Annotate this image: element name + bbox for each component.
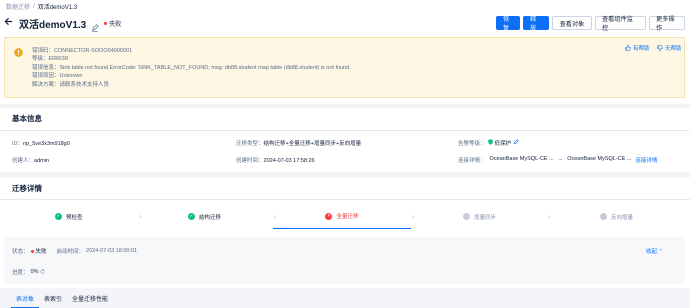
tab-full-migration-performance[interactable]: 全量迁移性能 bbox=[67, 289, 113, 308]
view-objects-button[interactable]: 查看对象 bbox=[552, 16, 592, 30]
collapse-label: 收起 bbox=[646, 249, 658, 255]
chevron-right-icon: › bbox=[548, 212, 551, 221]
alert-code: 错误码：CONNECTOR-SOOO04000001 bbox=[32, 48, 133, 54]
status-text: 失败 bbox=[109, 21, 122, 28]
error-circle-icon: ✕ bbox=[325, 212, 333, 220]
page-title: 双活demoV1.3 bbox=[19, 19, 87, 31]
migration-details-title: 迁移详情 bbox=[12, 184, 42, 193]
helpful-button[interactable]: 有帮助 bbox=[625, 44, 650, 52]
alert-cause: 错误原因：Unknown bbox=[32, 73, 83, 80]
alert-level-label: 告警等级： bbox=[458, 141, 486, 147]
alert-level-value: 低保护 bbox=[494, 141, 512, 147]
migration-type-field: 迁移类型：结构迁移+全量迁移+增量同步+反向增量 bbox=[236, 139, 361, 147]
chevron-up-icon: ⌃ bbox=[658, 249, 664, 255]
edit-icon[interactable] bbox=[91, 19, 99, 32]
creator-value: admin bbox=[34, 158, 49, 164]
check-circle-icon: ✓ bbox=[188, 213, 195, 220]
step-label: 反向增量 bbox=[611, 214, 634, 221]
run-status-panel: 状态： 失败 启动时间： 2024-07-03 18:00:01 收起 ⌃ 进度… bbox=[4, 237, 685, 284]
connection-label: 连接详情： bbox=[458, 158, 486, 164]
created-time-label: 创建时间： bbox=[236, 158, 264, 164]
run-status-label: 状态： bbox=[12, 249, 29, 255]
step-label: 结构迁移 bbox=[199, 214, 222, 221]
error-alert: 错误码：CONNECTOR-SOOO04000001 等级：ERROR 错误信息… bbox=[4, 37, 685, 98]
run-status: 状态： 失败 启动时间： 2024-07-03 18:00:01 bbox=[12, 247, 137, 255]
step-precheck[interactable]: ✓ 预检查 bbox=[55, 204, 83, 229]
tab-table-indexes[interactable]: 表索引 bbox=[39, 289, 67, 308]
basic-info-title: 基本信息 bbox=[12, 114, 42, 123]
more-actions-button[interactable]: 更多操作 bbox=[649, 16, 685, 32]
created-time-value: 2024-07-03 17:58:26 bbox=[263, 158, 315, 164]
id-label: ID： bbox=[12, 141, 24, 147]
status-dot bbox=[30, 249, 34, 253]
step-label: 全量迁移 bbox=[336, 214, 359, 220]
breadcrumb-current: 双活demoV1.3 bbox=[37, 5, 78, 11]
id-value: np_5ve3x3m918g0 bbox=[23, 141, 70, 147]
created-time-field: 创建时间：2024-07-03 17:58:26 bbox=[236, 156, 315, 164]
title-row: 双活demoV1.3 失败 bbox=[4, 14, 121, 32]
pending-circle-icon bbox=[600, 213, 607, 220]
step-full-migration[interactable]: ✕ 全量迁移 bbox=[273, 204, 411, 229]
divider bbox=[0, 130, 690, 131]
view-monitor-button[interactable]: 查看组件监控 bbox=[595, 16, 646, 32]
creator-field: 创建人：admin bbox=[12, 156, 49, 164]
collapse-button[interactable]: 收起 ⌃ bbox=[646, 247, 663, 255]
connection-field: 连接详情： OceanBase MySQL-CE ... → OceanBase… bbox=[458, 156, 657, 164]
resume-button[interactable]: 恢 复 bbox=[496, 16, 520, 32]
unhelpful-label: 无帮助 bbox=[665, 46, 682, 52]
thumbs-down-icon bbox=[657, 45, 663, 51]
migration-type-value: 结构迁移+全量迁移+增量同步+反向增量 bbox=[263, 141, 362, 147]
warning-icon bbox=[14, 44, 23, 57]
step-label: 增量同步 bbox=[474, 214, 497, 221]
alert-details: 错误码：CONNECTOR-SOOO04000001 等级：ERROR 错误信息… bbox=[32, 47, 351, 89]
migration-type-label: 迁移类型： bbox=[236, 141, 264, 147]
unhelpful-button[interactable]: 无帮助 bbox=[657, 44, 682, 52]
progress-field: 进度： 0% bbox=[12, 268, 45, 276]
chevron-right-icon: › bbox=[139, 212, 142, 221]
check-circle-icon: ✓ bbox=[55, 213, 62, 220]
step-label: 预检查 bbox=[66, 214, 83, 221]
header-actions: 恢 复 释 放 查看对象 查看组件监控 更多操作 bbox=[496, 16, 685, 32]
progress-value: 0% bbox=[30, 269, 39, 275]
divider bbox=[0, 199, 690, 200]
refresh-icon[interactable] bbox=[40, 268, 45, 276]
back-arrow-icon[interactable] bbox=[4, 17, 14, 29]
connection-arrow-icon: → bbox=[557, 156, 564, 162]
start-time-label: 启动时间： bbox=[56, 249, 85, 255]
step-schema-migration[interactable]: ✓ 结构迁移 bbox=[188, 204, 221, 229]
start-time-value: 2024-07-03 18:00:01 bbox=[86, 248, 138, 254]
breadcrumb: 数据迁移 / 双活demoV1.3 bbox=[6, 2, 78, 12]
chevron-right-icon: › bbox=[412, 212, 415, 221]
detail-tabs: 表对象 表索引 全量迁移性能 bbox=[0, 289, 113, 308]
status-badge: 失败 bbox=[104, 19, 121, 28]
alert-message: 错误信息：Sink table not found.ErrorCode: SIN… bbox=[32, 64, 351, 71]
id-field: ID：np_5ve3x3m918g0 bbox=[12, 139, 70, 147]
status-dot bbox=[104, 21, 108, 25]
connection-target: OceanBase MySQL-CE ... bbox=[567, 156, 632, 162]
progress-label: 进度： bbox=[12, 270, 29, 276]
pending-circle-icon bbox=[463, 213, 470, 220]
breadcrumb-separator: / bbox=[33, 3, 35, 10]
step-incremental-sync[interactable]: 增量同步 bbox=[463, 204, 496, 229]
run-status-value: 失败 bbox=[35, 249, 47, 255]
tab-table-objects[interactable]: 表对象 bbox=[11, 289, 40, 308]
shield-icon bbox=[487, 139, 493, 147]
step-reverse-incremental[interactable]: 反向增量 bbox=[600, 204, 633, 229]
connection-source: OceanBase MySQL-CE ... bbox=[489, 156, 554, 162]
migration-steps: ✓ 预检查 › ✓ 结构迁移 › ✕ 全量迁移 › 增量同步 › 反向增量 bbox=[5, 204, 685, 229]
alert-level: 等级：ERROR bbox=[32, 56, 69, 63]
creator-label: 创建人： bbox=[12, 158, 35, 164]
connection-details-link[interactable]: 连接详情 bbox=[635, 156, 657, 164]
alert-level-field: 告警等级： 低保护 bbox=[458, 139, 519, 147]
release-button[interactable]: 释 放 bbox=[523, 16, 549, 32]
helpful-label: 有帮助 bbox=[633, 46, 650, 52]
edit-alert-icon[interactable] bbox=[513, 139, 519, 147]
breadcrumb-parent[interactable]: 数据迁移 bbox=[6, 2, 30, 11]
alert-solution: 解决方案：请联系技术支持人员 bbox=[32, 81, 110, 88]
thumbs-up-icon bbox=[625, 45, 631, 51]
